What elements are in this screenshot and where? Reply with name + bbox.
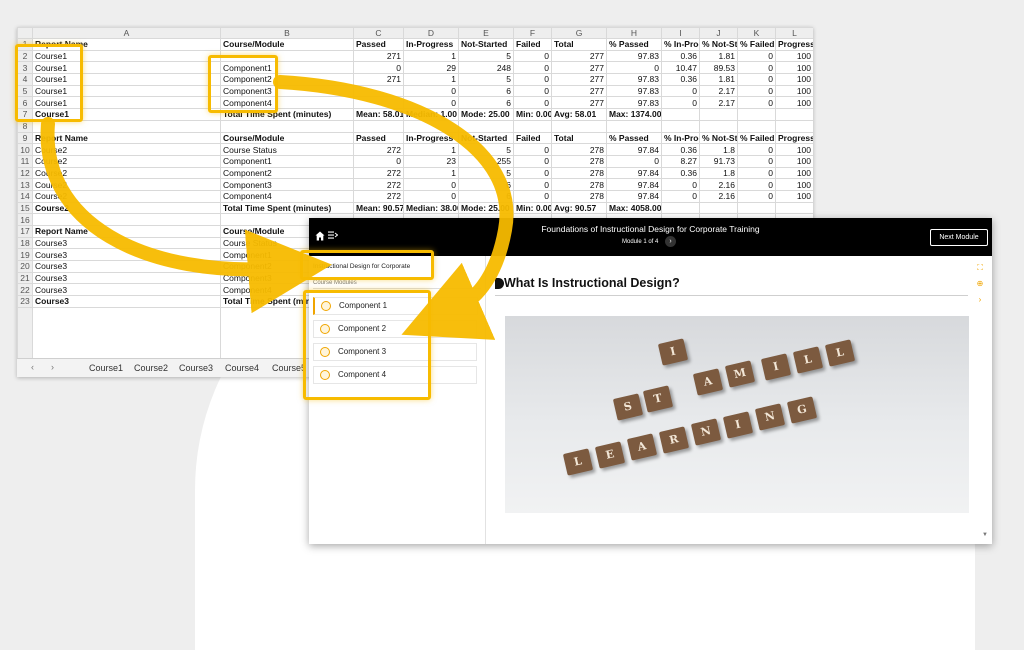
arrow-components-to-modules <box>273 75 514 340</box>
callout-arrows <box>40 75 514 340</box>
arrow-course-to-title <box>40 117 332 314</box>
